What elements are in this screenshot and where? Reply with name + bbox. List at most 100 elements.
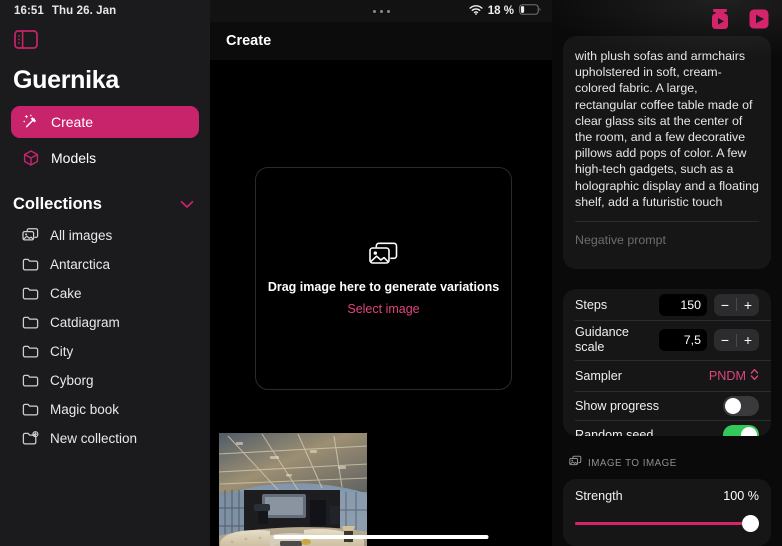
strength-header: Strength 100 % (575, 489, 759, 503)
strength-value: 100 % (723, 489, 759, 503)
sidebar-item-city[interactable]: City (11, 337, 199, 366)
strength-card: Strength 100 % (563, 479, 771, 546)
collection-label: Cyborg (50, 373, 94, 388)
sidebar-item-models[interactable]: Models (11, 142, 199, 174)
collections-title: Collections (13, 195, 102, 213)
settings-panel: with plush sofas and armchairs upholster… (552, 0, 782, 546)
sidebar-item-antarctica[interactable]: Antarctica (11, 250, 199, 279)
sidebar-toggle-row (0, 22, 210, 56)
collection-label: New collection (50, 431, 138, 446)
app-title: Guernika (13, 66, 119, 94)
toolbar-actions (709, 8, 770, 30)
slider-fill (575, 522, 750, 525)
collection-label: Catdiagram (50, 315, 120, 330)
sidebar-item-create[interactable]: Create (11, 106, 199, 138)
slider-knob[interactable] (742, 515, 759, 532)
primary-nav: Create Models (0, 106, 210, 178)
magic-wand-icon (22, 113, 40, 131)
generation-settings-card: Steps 150 − + Guidance scale 7,5 − + Sam… (563, 289, 771, 436)
folder-icon (22, 372, 39, 389)
steps-stepper: 150 − + (659, 293, 759, 316)
steps-minus-button[interactable]: − (714, 294, 736, 316)
random-seed-row: Random seed (563, 420, 771, 436)
image-to-image-title: IMAGE TO IMAGE (588, 457, 677, 469)
chevron-down-icon[interactable] (180, 196, 194, 214)
steps-value[interactable]: 150 (659, 293, 707, 316)
multitasking-dots-icon[interactable] (372, 9, 390, 13)
folder-icon (22, 256, 39, 273)
guidance-pm-group: − + (714, 329, 759, 352)
folder-icon (22, 401, 39, 418)
updown-chevron-icon (750, 368, 759, 384)
sidebar: 16:51 Thu 26. Jan Guernika Create Models… (0, 0, 210, 546)
strength-label: Strength (575, 489, 623, 503)
guernika-app-window: 16:51 Thu 26. Jan Guernika Create Models… (0, 0, 782, 546)
create-toolbar: Create (210, 22, 552, 60)
batch-generate-icon[interactable] (709, 8, 731, 30)
sidebar-item-cake[interactable]: Cake (11, 279, 199, 308)
sidebar-item-cyborg[interactable]: Cyborg (11, 366, 199, 395)
folder-icon (22, 285, 39, 302)
home-indicator (273, 535, 489, 539)
folder-icon (22, 314, 39, 331)
image-dropzone[interactable]: Drag image here to generate variations S… (255, 167, 512, 390)
sidebar-toggle-icon[interactable] (14, 29, 38, 49)
status-bar-right: 18 % (469, 0, 542, 22)
guidance-value[interactable]: 7,5 (659, 329, 707, 352)
folder-add-icon (22, 430, 39, 447)
steps-label: Steps (575, 297, 608, 312)
random-seed-label: Random seed (575, 427, 654, 436)
generated-image-thumbnail[interactable] (218, 432, 368, 546)
collection-label: Magic book (50, 402, 120, 417)
cube-icon (22, 149, 40, 167)
collection-label: All images (50, 228, 113, 243)
status-time: 16:51 (14, 5, 44, 17)
collections-list: All images Antarctica Cake Catdiagram Ci… (0, 221, 210, 453)
battery-percent-label: 18 % (487, 5, 514, 17)
sampler-row[interactable]: Sampler PNDM (563, 360, 771, 391)
show-progress-row: Show progress (563, 391, 771, 420)
sampler-value: PNDM (708, 368, 746, 383)
status-bar-left: 16:51 Thu 26. Jan (0, 0, 210, 22)
photo-stack-icon (22, 227, 39, 244)
generate-play-icon[interactable] (748, 8, 770, 30)
create-canvas: Drag image here to generate variations S… (210, 60, 552, 546)
show-progress-label: Show progress (575, 398, 659, 413)
sidebar-item-magic-book[interactable]: Magic book (11, 395, 199, 424)
sidebar-item-new-collection[interactable]: New collection (11, 424, 199, 453)
status-date: Thu 26. Jan (51, 5, 117, 17)
page-title: Create (226, 33, 272, 49)
guidance-scale-label: Guidance scale (575, 325, 629, 355)
battery-icon (519, 4, 542, 18)
strength-slider[interactable] (575, 515, 759, 532)
guidance-stepper: 7,5 − + (659, 329, 759, 352)
show-progress-toggle[interactable] (723, 395, 759, 416)
collection-label: City (50, 344, 74, 359)
sampler-select[interactable]: PNDM (709, 368, 759, 384)
sidebar-item-all-images[interactable]: All images (11, 221, 199, 250)
sampler-label: Sampler (575, 368, 622, 383)
dropzone-title: Drag image here to generate variations (267, 280, 500, 294)
sidebar-item-catdiagram[interactable]: Catdiagram (11, 308, 199, 337)
main-content: 18 % Create Drag image here to generate … (210, 0, 552, 546)
random-seed-toggle[interactable] (723, 424, 759, 436)
prompt-card: with plush sofas and armchairs upholster… (563, 36, 771, 270)
guidance-plus-button[interactable]: + (737, 329, 759, 351)
wifi-icon (469, 4, 483, 18)
collection-label: Cake (50, 286, 82, 301)
image-to-image-icon (569, 454, 582, 472)
sidebar-item-label: Create (51, 114, 94, 130)
steps-plus-button[interactable]: + (737, 294, 759, 316)
guidance-minus-button[interactable]: − (714, 329, 736, 351)
select-image-link[interactable]: Select image (347, 302, 419, 316)
steps-row: Steps 150 − + (563, 289, 771, 320)
top-status-bar: 18 % (210, 0, 552, 22)
negative-prompt-input[interactable]: Negative prompt (575, 222, 759, 269)
collections-header[interactable]: Collections (0, 178, 210, 221)
image-to-image-section-header: IMAGE TO IMAGE (563, 436, 771, 479)
collection-label: Antarctica (50, 257, 111, 272)
guidance-scale-row: Guidance scale 7,5 − + (563, 320, 771, 360)
prompt-textarea[interactable]: with plush sofas and armchairs upholster… (575, 48, 759, 210)
sidebar-item-label: Models (51, 150, 97, 166)
folder-icon (22, 343, 39, 360)
